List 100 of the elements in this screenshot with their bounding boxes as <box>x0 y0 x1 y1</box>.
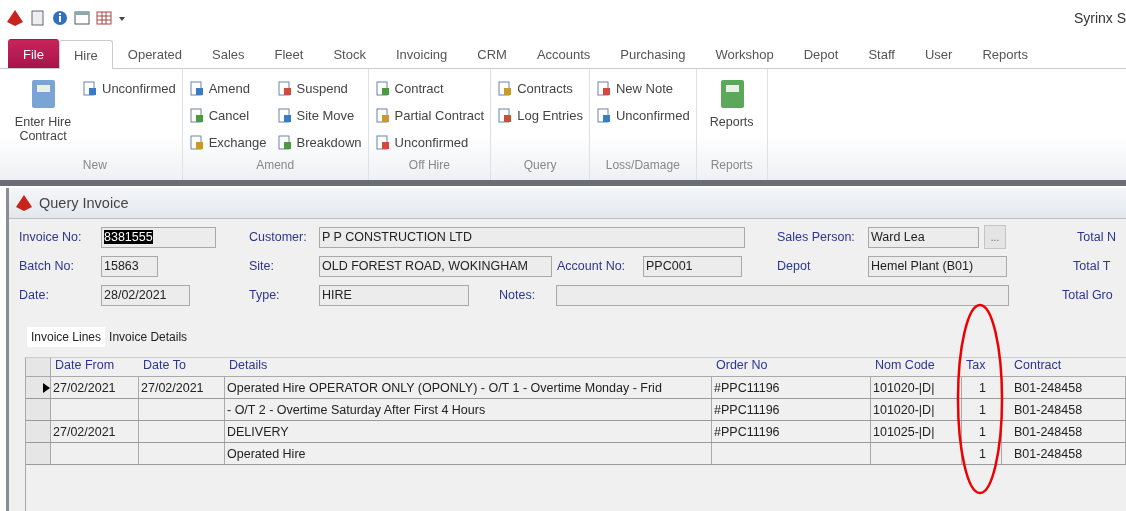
ribbon-button[interactable]: Contracts <box>495 75 585 102</box>
table-cell: 27/02/2021 <box>51 421 139 442</box>
table-cell: 1 <box>962 443 1002 464</box>
ribbon-button[interactable]: Log Entries <box>495 102 585 129</box>
document-icon <box>82 81 97 96</box>
pyramid-logo-icon <box>6 9 24 27</box>
pyramid-logo-icon <box>15 194 33 212</box>
table-cell: 101020-|D| <box>871 377 962 398</box>
sub-tab[interactable]: Invoice Lines <box>27 327 106 347</box>
ribbon-tab[interactable]: Reports <box>967 39 1043 68</box>
ribbon-tab[interactable]: Accounts <box>521 39 606 68</box>
ribbon-button[interactable]: Exchange <box>186 129 269 156</box>
ribbon-button[interactable]: Unconfirmed <box>80 75 178 102</box>
field-label: Notes: <box>499 288 537 302</box>
input-field[interactable]: Ward Lea <box>868 226 979 248</box>
ribbon-tab[interactable]: Hire <box>58 40 113 69</box>
ribbon-tab[interactable]: Invoicing <box>380 39 463 68</box>
input-field[interactable]: 28/02/2021 <box>101 284 190 306</box>
grid-icon[interactable] <box>96 10 112 26</box>
sub-tab[interactable]: Invoice Details <box>105 327 192 347</box>
row-header[interactable] <box>26 377 51 398</box>
row-pointer-icon <box>43 382 50 393</box>
document-icon <box>374 81 390 96</box>
ribbon-button[interactable]: Unconfirmed <box>593 102 692 129</box>
column-header[interactable]: Details <box>225 358 712 376</box>
group-label: Query <box>522 158 558 174</box>
input-field[interactable]: HIRE <box>319 284 469 306</box>
table-cell: 1 <box>962 399 1002 420</box>
document-icon <box>276 81 292 96</box>
caret-icon[interactable] <box>118 14 126 22</box>
column-header[interactable]: Nom Code <box>871 358 962 376</box>
table-cell: B01-248458 <box>1002 421 1126 442</box>
info-icon[interactable] <box>52 10 68 26</box>
ribbon-button[interactable]: Unconfirmed <box>372 129 487 156</box>
group-label: Amend <box>255 158 296 174</box>
input-field[interactable]: 8381555 <box>101 226 216 248</box>
ribbon-tab[interactable]: Sales <box>197 39 260 68</box>
total-label: Total Gro <box>1062 288 1113 302</box>
column-header[interactable]: Date From <box>51 358 139 376</box>
ribbon-tab[interactable]: Operated <box>112 39 197 68</box>
ribbon-button[interactable]: Partial Contract <box>372 102 487 129</box>
document-icon <box>374 108 390 123</box>
ribbon-tab[interactable]: Workshop <box>700 39 789 68</box>
document-icon[interactable] <box>30 10 46 26</box>
table-cell: 1 <box>962 421 1002 442</box>
ribbon-tab[interactable]: User <box>909 39 968 68</box>
field-label: Sales Person: <box>777 230 856 244</box>
column-header[interactable]: Order No <box>712 358 871 376</box>
ribbon-button[interactable]: Enter Hire Contract <box>12 75 74 156</box>
ribbon-button[interactable]: Amend <box>186 75 269 102</box>
document-icon <box>188 108 204 123</box>
ribbon-tab[interactable]: File <box>8 39 59 68</box>
document-icon <box>595 81 611 96</box>
table-cell: Operated Hire <box>225 443 712 464</box>
document-icon <box>276 108 292 123</box>
field-label: Customer: <box>249 230 308 244</box>
ribbon-button[interactable]: Contract <box>372 75 487 102</box>
ribbon-tab[interactable]: Stock <box>318 39 381 68</box>
ribbon-tab[interactable]: CRM <box>462 39 522 68</box>
field-label: Type: <box>249 288 281 302</box>
group-label: New <box>81 158 108 174</box>
input-field[interactable]: P P CONSTRUCTION LTD <box>319 226 745 248</box>
table-cell: B01-248458 <box>1002 399 1126 420</box>
field-label: Depot <box>777 259 812 273</box>
field-label: Date: <box>19 288 50 302</box>
table-cell: B01-248458 <box>1002 443 1126 464</box>
ribbon-button[interactable]: Site Move <box>274 102 364 129</box>
ribbon-button[interactable]: Cancel <box>186 102 269 129</box>
group-label: Reports <box>709 158 754 174</box>
column-header[interactable]: Contract <box>1002 358 1126 376</box>
browse-button[interactable]: ... <box>984 225 1006 249</box>
document-icon <box>374 135 390 150</box>
ribbon-tab[interactable]: Purchasing <box>605 39 701 68</box>
ribbon-tab[interactable]: Fleet <box>259 39 319 68</box>
table-cell: 101020-|D| <box>871 399 962 420</box>
app-title: Syrinx S <box>1073 10 1126 26</box>
total-label: Total N <box>1077 230 1116 244</box>
field-label: Invoice No: <box>19 230 83 244</box>
ribbon-button[interactable]: Reports <box>700 75 763 156</box>
document-icon <box>497 108 513 123</box>
ribbon-tab[interactable]: Depot <box>788 39 854 68</box>
document-icon <box>276 135 292 150</box>
column-header[interactable]: Date To <box>139 358 225 376</box>
input-field[interactable]: 15863 <box>101 255 158 277</box>
window-icon[interactable] <box>74 10 90 26</box>
input-field[interactable]: OLD FOREST ROAD, WOKINGHAM <box>319 255 552 277</box>
input-field[interactable]: Hemel Plant (B01) <box>868 255 1007 277</box>
input-field[interactable]: PPC001 <box>643 255 742 277</box>
field-label: Account No: <box>557 259 627 273</box>
ribbon-tab[interactable]: Staff <box>853 39 910 68</box>
document-icon <box>188 135 204 150</box>
table-cell: 27/02/2021 <box>51 377 139 398</box>
ribbon-button[interactable]: Breakdown <box>274 129 364 156</box>
table-cell: 1 <box>962 377 1002 398</box>
document-icon <box>595 108 611 123</box>
ribbon-button[interactable]: Suspend <box>274 75 364 102</box>
table-cell: #PPC11196 <box>712 421 871 442</box>
table-cell: Operated Hire OPERATOR ONLY (OPONLY) - O/T 1 - Overtime Monday - Frid <box>225 377 712 398</box>
column-header[interactable]: Tax <box>962 358 1002 376</box>
ribbon-button[interactable]: New Note <box>593 75 692 102</box>
